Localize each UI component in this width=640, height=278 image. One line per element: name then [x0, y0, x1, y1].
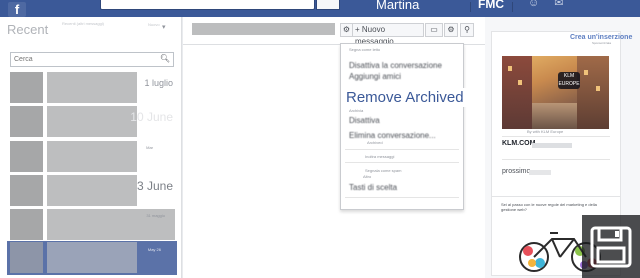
new-message-button[interactable]: + Nuovo messaggio: [352, 23, 424, 46]
menu-item-add-friends[interactable]: Aggiungi amici: [349, 72, 401, 81]
menu-item-mute[interactable]: Disattiva la conversazione: [349, 61, 442, 70]
conversation-header: ⚙ + Nuovo messaggio ▭ ⚙ ⚲: [183, 17, 485, 46]
remove-archived-option[interactable]: Remove Archived: [343, 88, 467, 107]
profile-link[interactable]: Martina: [376, 0, 419, 12]
menu-divider: [345, 162, 459, 163]
chevron-down-icon[interactable]: ▾: [162, 23, 166, 31]
gear-icon[interactable]: ⚙: [444, 23, 458, 37]
thread-row[interactable]: 10 June: [7, 106, 177, 137]
thread-date: 1 luglio: [144, 78, 173, 88]
thread-date: Mar: [146, 145, 153, 150]
global-search-input[interactable]: [100, 0, 315, 10]
actions-dropdown-menu: Segna come letto Disattiva la conversazi…: [340, 43, 464, 210]
menu-item-delete[interactable]: Elimina conversazione...: [349, 131, 436, 140]
global-search-button[interactable]: [316, 0, 340, 10]
floppy-disk-icon: [590, 226, 632, 268]
thread-preview: [47, 242, 137, 273]
thread-preview: [47, 106, 137, 137]
menu-item-more[interactable]: Altro: [363, 174, 371, 179]
ad-image[interactable]: KLM EUROPE: [502, 56, 609, 129]
avatar: [10, 175, 43, 206]
video-icon[interactable]: ▭: [425, 23, 443, 37]
thread-date: 31 maggio: [146, 213, 165, 218]
search-icon[interactable]: 🔍︎: [160, 54, 170, 63]
thread-list-title[interactable]: Recent: [7, 22, 48, 37]
ad-image-road: [532, 103, 577, 129]
ad-blurred-text: [529, 170, 551, 175]
sponsored-ad-card[interactable]: Crea un'inserzione Sponsorizzata KLM EUR…: [491, 31, 632, 201]
thread-list-panel: Recent Recenti (altri messaggi) Nuovo ▾ …: [0, 17, 182, 278]
thread-search-input[interactable]: [14, 54, 154, 65]
thread-row[interactable]: Mar: [7, 141, 177, 172]
ad-brand-link[interactable]: KLM.COM: [502, 140, 535, 147]
menu-item-shortcuts[interactable]: Tasti di scelta: [349, 183, 397, 192]
menu-divider: [345, 197, 459, 198]
top-bar: f Martina FMC ☺ ✉: [0, 0, 640, 17]
ad-headline[interactable]: Sei al passo con le nuove regole del mar…: [501, 202, 611, 212]
avatar: [10, 242, 43, 273]
menu-item-forward[interactable]: Inoltra messaggi: [365, 154, 394, 159]
klm-badge: KLM EUROPE: [558, 72, 580, 89]
avatar: [10, 141, 43, 172]
home-link[interactable]: FMC: [478, 0, 504, 11]
nav-divider: [512, 2, 513, 12]
card-divider: [502, 159, 610, 160]
thread-row[interactable]: 3 June: [7, 175, 177, 206]
thread-row-selected[interactable]: May 26: [7, 241, 177, 275]
ad-image-window: [596, 86, 600, 91]
thread-unread-block: [145, 122, 169, 133]
ad-next-link[interactable]: prossimo: [502, 168, 530, 175]
thread-row[interactable]: 1 luglio: [7, 72, 177, 103]
ad-image-window: [508, 66, 512, 71]
menu-divider: [345, 149, 459, 150]
thread-preview: [47, 175, 137, 206]
thread-preview: [47, 72, 137, 103]
thread-date: May 26: [147, 247, 161, 252]
ad-image-building: [502, 56, 532, 129]
avatar: [10, 106, 43, 137]
thread-row[interactable]: 31 maggio: [7, 209, 177, 240]
ad-caption: By with KLM Europe: [527, 129, 564, 134]
save-floppy-button[interactable]: [582, 215, 640, 278]
thread-date: 3 June: [136, 179, 173, 193]
ad-image-building: [577, 56, 609, 129]
ad-image-window: [518, 80, 522, 85]
ad-blurred-text: [532, 143, 572, 148]
search-icon[interactable]: ⚲: [460, 23, 474, 37]
thread-list-subtitle[interactable]: Recenti (altri messaggi): [62, 21, 104, 26]
card-divider: [502, 136, 610, 137]
avatar: [10, 209, 43, 240]
menu-item-archived[interactable]: Archived: [367, 140, 383, 145]
avatar: [10, 72, 43, 103]
menu-item-spam[interactable]: Segnala come spam: [365, 168, 401, 173]
sponsored-label: Sponsorizzata: [592, 41, 612, 45]
notification-icons[interactable]: ☺ ✉: [528, 0, 570, 9]
create-ad-link[interactable]: Crea un'inserzione: [570, 34, 632, 41]
facebook-logo[interactable]: f: [8, 2, 26, 17]
menu-item-mark-read[interactable]: Segna come letto: [349, 47, 380, 52]
conversation-panel: ⚙ + Nuovo messaggio ▭ ⚙ ⚲ Segna come let…: [183, 17, 485, 278]
conversation-name: [192, 23, 335, 35]
nav-divider: [470, 2, 471, 12]
ad-image-window: [584, 70, 588, 75]
thread-search[interactable]: 🔍︎: [10, 52, 174, 67]
thread-preview: [47, 141, 137, 172]
new-label[interactable]: Nuovo: [148, 22, 160, 27]
menu-item-archive[interactable]: Archivia: [349, 108, 363, 113]
menu-item-disable[interactable]: Disattiva: [349, 116, 380, 125]
